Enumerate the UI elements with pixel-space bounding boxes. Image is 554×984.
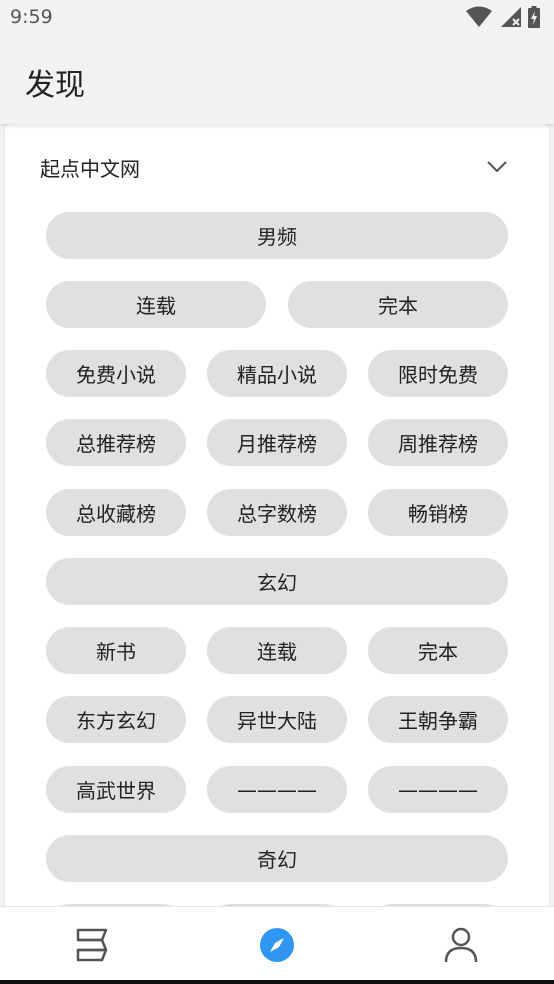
wifi-icon (466, 6, 492, 27)
chip-ranking[interactable]: 月推荐榜 (207, 419, 347, 466)
chip-filter[interactable]: 新书 (46, 627, 186, 674)
compass-icon[interactable] (257, 925, 297, 965)
cellular-signal-icon (501, 7, 521, 27)
chip-ranking[interactable]: 总推荐榜 (46, 419, 186, 466)
chip-filter[interactable]: 完本 (368, 627, 508, 674)
chevron-down-icon[interactable] (485, 154, 509, 178)
chip-list[interactable]: 免费小说 (46, 350, 186, 397)
chip-category[interactable]: 玄幻 (46, 558, 508, 605)
chip-category[interactable]: 奇幻 (46, 835, 508, 882)
status-time: 9:59 (10, 6, 53, 28)
chip-ranking[interactable]: 畅销榜 (368, 489, 508, 536)
profile-icon[interactable] (441, 925, 481, 965)
status-icons (456, 6, 546, 30)
source-header[interactable]: 起点中文网 (5, 124, 549, 208)
chip-ranking[interactable]: 总收藏榜 (46, 489, 186, 536)
chip-genre[interactable]: ———— (368, 766, 508, 813)
chip-filter[interactable]: 连载 (46, 281, 266, 328)
page-title: 发现 (25, 68, 85, 103)
bottom-navigation (0, 906, 554, 981)
chip-list[interactable]: 限时免费 (368, 350, 508, 397)
screen-bottom-edge (0, 980, 554, 984)
chip-list[interactable]: 精品小说 (207, 350, 347, 397)
app-bar: 发现 (0, 38, 554, 124)
status-bar: 9:59 (0, 0, 554, 38)
chip-ranking[interactable]: 总字数榜 (207, 489, 347, 536)
chip-genre[interactable]: 高武世界 (46, 766, 186, 813)
chip-filter[interactable]: 连载 (207, 627, 347, 674)
source-title: 起点中文网 (40, 157, 140, 181)
chip-genre[interactable]: 异世大陆 (207, 696, 347, 743)
chip-genre[interactable]: 东方玄幻 (46, 696, 186, 743)
bookshelf-icon[interactable] (72, 925, 112, 965)
source-card: 起点中文网 男频 连载 完本 免费小说 精品小说 限时免费 总推荐榜 月推荐榜 … (5, 124, 549, 914)
chip-filter[interactable]: 完本 (288, 281, 508, 328)
chip-ranking[interactable]: 周推荐榜 (368, 419, 508, 466)
chip-genre[interactable]: ———— (207, 766, 347, 813)
chip-genre[interactable]: 王朝争霸 (368, 696, 508, 743)
chip-category[interactable]: 男频 (46, 212, 508, 259)
battery-icon (528, 6, 540, 28)
